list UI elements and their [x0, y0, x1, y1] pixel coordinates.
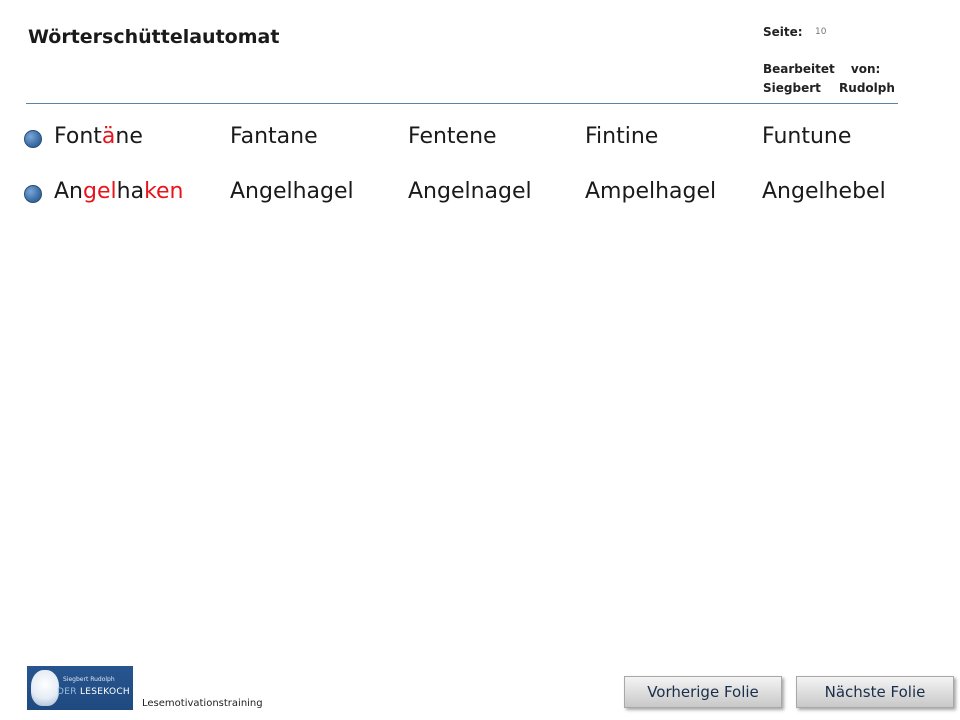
footer-caption: Lesemotivationstraining [142, 698, 263, 709]
page-label: Seite: [763, 25, 803, 39]
logo-title: DER LESEKOCH [57, 687, 130, 697]
word-segment: Font [54, 124, 102, 149]
target-word: Angelhaken [54, 179, 184, 204]
variant-word: Ampelhagel [585, 179, 717, 204]
word-segment: ne [115, 124, 143, 149]
variant-word: Angelnagel [408, 179, 532, 204]
previous-slide-button[interactable]: Vorherige Folie [624, 676, 782, 708]
header-divider [26, 103, 898, 104]
word-segment: An [54, 179, 83, 204]
edited-by-label: Bearbeitet von: [763, 62, 881, 76]
logo-title-main: LESEKOCH [79, 687, 130, 697]
variant-word: Fantane [230, 124, 318, 149]
word-segment: ha [116, 179, 145, 204]
variant-word: Angelhagel [230, 179, 354, 204]
logo-author: Siegbert Rudolph [63, 676, 115, 683]
variant-word: Fentene [408, 124, 497, 149]
leserkoch-logo: Siegbert Rudolph DER LESEKOCH [27, 666, 133, 710]
author-name: Siegbert Rudolph [763, 81, 895, 95]
variant-word: Funtune [762, 124, 852, 149]
page-title: Wörterschüttelautomat [28, 26, 280, 48]
variant-word: Fintine [585, 124, 659, 149]
highlighted-segment: ä [101, 124, 116, 149]
page-number: 10 [815, 27, 827, 37]
target-word: Fontäne [54, 124, 143, 149]
logo-title-prefix: DER [57, 687, 77, 697]
highlighted-segment: gel [83, 179, 117, 204]
lightbulb-icon [31, 670, 59, 706]
bullet-icon [24, 185, 42, 203]
bullet-icon [24, 130, 42, 148]
next-slide-button[interactable]: Nächste Folie [796, 676, 954, 708]
highlighted-segment: ken [144, 179, 184, 204]
variant-word: Angelhebel [762, 179, 886, 204]
